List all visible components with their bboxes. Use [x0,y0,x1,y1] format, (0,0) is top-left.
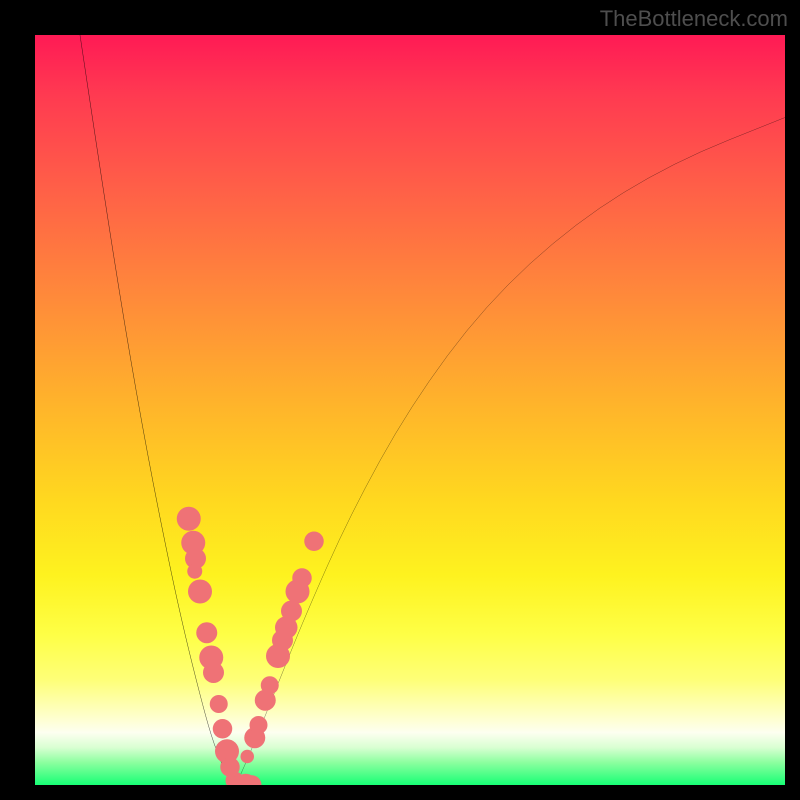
data-point [213,719,233,738]
watermark-text: TheBottleneck.com [600,6,788,32]
data-point [187,564,202,579]
data-point [281,601,302,622]
data-point [203,662,224,683]
data-point [261,676,279,694]
data-point [196,622,217,643]
right-curve [236,118,785,786]
scatter-markers [177,507,324,785]
data-point [304,532,324,551]
data-point [292,568,311,588]
data-point [241,750,254,764]
curve-layer [35,35,785,785]
data-point [210,695,228,713]
data-point [249,716,267,734]
data-point [188,580,212,604]
chart-frame: TheBottleneck.com [0,0,800,800]
plot-area [35,35,785,785]
data-point [177,507,201,531]
